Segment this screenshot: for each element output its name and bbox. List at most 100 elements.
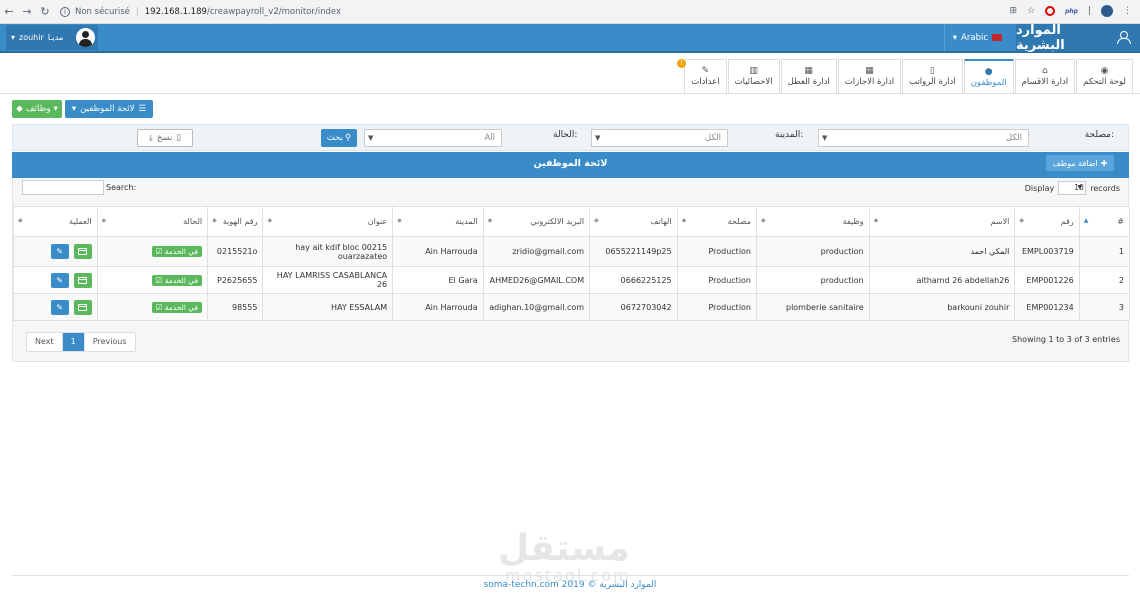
tab-label: ادارة العطل xyxy=(787,77,830,87)
column-header-9[interactable]: رقم الهوية ◆ xyxy=(207,206,264,237)
cell-status: في الخدمة ☑ xyxy=(96,236,209,267)
reload-icon[interactable]: ↻ xyxy=(36,5,54,18)
column-header-2[interactable]: الاسم ◆ xyxy=(868,206,1016,237)
back-icon[interactable]: ← xyxy=(0,5,18,18)
caret-down-icon: ▼ xyxy=(368,134,374,142)
app-header: ▾ zouhir مديـا ▾ Arabic الموارد البشرية xyxy=(0,23,1140,53)
address-bar[interactable]: i Non sécurisé | 192.168.1.189 /creawpay… xyxy=(60,6,341,17)
pencil-icon: ✎ xyxy=(56,302,63,312)
forward-icon[interactable]: → xyxy=(18,5,36,18)
sort-icon: ◆ xyxy=(681,217,687,224)
url-path: /creawpayroll_v2/monitor/index xyxy=(206,6,341,17)
column-header-10[interactable]: الحالة ◆ xyxy=(96,206,209,237)
tab-0[interactable]: ◉ لوحة التحكم xyxy=(1076,59,1133,93)
cell-id: P2625655 xyxy=(207,266,264,294)
tab-4[interactable]: ▦! ادارة الاجازات xyxy=(677,59,902,93)
add-user-icon: ✚ xyxy=(1100,158,1108,168)
column-header-11[interactable]: العملية ◆ xyxy=(13,206,98,237)
records-select[interactable]: ▼ 10 xyxy=(1058,181,1087,195)
next-page-button[interactable]: Next xyxy=(27,333,63,351)
user-icon: ● xyxy=(984,66,993,77)
search-icon: ⚲ xyxy=(344,133,352,143)
cell-id: 98555 xyxy=(207,293,264,321)
info-icon[interactable]: i xyxy=(60,6,70,17)
payslip-button[interactable] xyxy=(73,244,92,259)
cell-job: plomberie sanitaire xyxy=(756,293,870,321)
tab-1[interactable]: ⌂ ادارة الاقسام xyxy=(1014,59,1076,93)
cell-email: zridio@gmail.com xyxy=(482,236,591,267)
jobs-button[interactable]: ◆ وظائف ▾ xyxy=(12,100,62,118)
edit-button[interactable]: ✎ xyxy=(50,244,69,259)
cell-job: production xyxy=(756,236,870,267)
chevron-down-icon: ▾ xyxy=(53,104,58,114)
edit-button[interactable]: ✎ xyxy=(50,272,69,288)
tabs-divider xyxy=(0,93,1140,94)
cell-city: El Gara xyxy=(392,266,484,294)
dashboard-icon: ◉ xyxy=(1100,66,1109,76)
tab-5[interactable]: ▦ ادارة العطل xyxy=(780,59,837,93)
home-icon: ⌂ xyxy=(1042,66,1048,76)
translate-icon[interactable]: ⊞ xyxy=(1009,6,1017,16)
caret-down-icon: ▼ xyxy=(595,134,601,142)
column-header-6[interactable]: البريد الالكتروني ◆ xyxy=(482,206,591,237)
column-header-8[interactable]: عنوان ◆ xyxy=(262,206,394,237)
records-label: records xyxy=(1090,183,1120,193)
star-icon[interactable]: ☆ xyxy=(1027,6,1035,16)
employee-table-panel: Display ▼ 10 records Search: # ▲ رقم ◆ الاسم… xyxy=(12,178,1131,362)
cell-code: EMPL003719 xyxy=(1014,236,1080,267)
column-header-1[interactable]: رقم ◆ xyxy=(1014,206,1080,237)
search-input[interactable] xyxy=(22,180,104,195)
tab-6[interactable]: ▥ الاحصائيات xyxy=(727,59,780,93)
table-row: 2 EMP001226 aithamd 26 abdellah26 productio… xyxy=(13,266,1131,294)
tag-icon: ◆ xyxy=(16,104,23,114)
more-icon[interactable]: ⋮ xyxy=(1123,6,1132,16)
php-extension-icon[interactable]: php xyxy=(1065,8,1078,15)
opera-icon[interactable] xyxy=(1045,6,1056,16)
cell-n: 1 xyxy=(1078,236,1131,267)
tab-2[interactable]: ● الموظفون xyxy=(963,59,1014,93)
edit-button[interactable]: ✎ xyxy=(50,299,69,315)
language-label: Arabic xyxy=(961,32,988,43)
cell-job: production xyxy=(756,266,870,294)
status-badge: في الخدمة ☑ xyxy=(151,274,203,286)
sort-icon: ◆ xyxy=(1019,217,1025,224)
add-employee-button[interactable]: اضافة موظف ✚ xyxy=(1045,154,1115,172)
search-button[interactable]: بحث ⚲ xyxy=(321,129,357,147)
city-select[interactable]: ▼ الكل xyxy=(591,129,728,147)
column-header-0[interactable]: # ▲ xyxy=(1078,206,1131,237)
checkbox-icon: ☑ xyxy=(155,275,165,285)
profile-icon[interactable] xyxy=(1101,5,1113,17)
department-select[interactable]: ▼ الكل xyxy=(818,129,1029,147)
list-icon: ☰ xyxy=(138,104,147,114)
employee-list-header: لائحة الموظفين اضافة موظف ✚ xyxy=(12,152,1129,178)
pagination: Next 1 Previous xyxy=(26,332,136,352)
cell-dept: Production xyxy=(676,293,758,321)
copy-button[interactable]: ⤓ نسخ ▯ xyxy=(137,129,193,147)
column-header-5[interactable]: الهاتف ◆ xyxy=(589,206,678,237)
status-select[interactable]: ▼ All xyxy=(364,129,502,147)
column-header-4[interactable]: مصلحة ◆ xyxy=(676,206,758,237)
status-badge: في الخدمة ☑ xyxy=(151,246,203,257)
cell-phone: 0655221149p25 xyxy=(589,236,678,267)
employee-table: # ▲ رقم ◆ الاسم ◆ وظيفة ◆ مصلحة ◆ الهاتف ◆ البريد ال… xyxy=(13,206,1131,321)
tab-7[interactable]: ✎ اعدادات xyxy=(684,59,727,93)
cell-address: hay ait kdif bloc 00215 ouarzazateo xyxy=(262,236,394,267)
payslip-button[interactable] xyxy=(73,272,92,288)
column-header-3[interactable]: وظيفة ◆ xyxy=(756,206,870,237)
watermark-arabic: مستقل xyxy=(498,528,630,569)
tab-3[interactable]: ▯ ادارة الرواتب xyxy=(902,59,963,93)
brand[interactable]: الموارد البشرية xyxy=(1016,23,1140,53)
cell-actions: ✎ xyxy=(13,293,98,321)
cell-email: AHMED26@GMAIL.COM xyxy=(482,266,591,294)
pencil-icon: ✎ xyxy=(56,247,63,256)
wrench-icon: ✎ xyxy=(701,66,710,76)
language-selector[interactable]: ▾ Arabic xyxy=(943,24,1010,51)
column-header-7[interactable]: المدينة ◆ xyxy=(392,206,484,237)
previous-page-button[interactable]: Previous xyxy=(85,333,135,351)
tab-label: الاحصائيات xyxy=(734,77,773,87)
user-menu[interactable]: ▾ zouhir مديـا xyxy=(6,25,98,50)
page-1-button[interactable]: 1 xyxy=(62,333,85,351)
employee-list-button[interactable]: ▾ لائحة الموظفين ☰ xyxy=(65,100,153,118)
browser-extensions: ⊞ ☆ php | ⋮ xyxy=(1009,5,1132,17)
payslip-button[interactable] xyxy=(73,299,92,315)
